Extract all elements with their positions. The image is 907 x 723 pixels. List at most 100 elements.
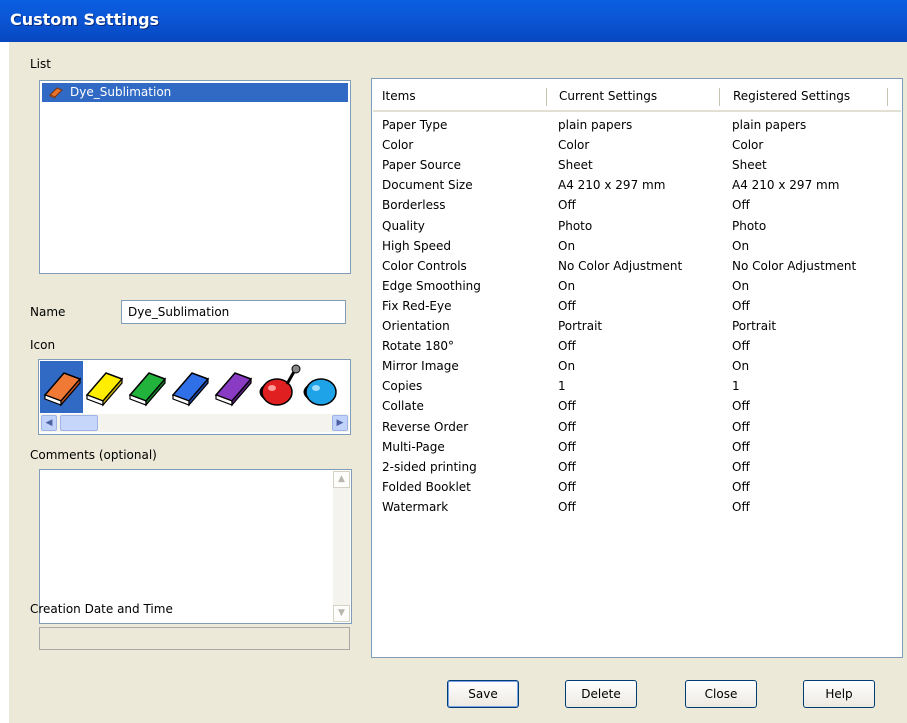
close-button[interactable]: Close (685, 680, 757, 708)
registered-setting-cell: Off (732, 459, 750, 474)
current-setting-cell: 1 (558, 379, 566, 394)
item-cell: Orientation (382, 319, 450, 333)
table-row[interactable]: Paper Source Sheet Sheet (372, 156, 900, 176)
registered-setting-cell: Color (732, 138, 764, 153)
current-setting-cell: Off (558, 499, 576, 514)
delete-button[interactable]: Delete (565, 680, 637, 708)
table-row[interactable]: Quality Photo Photo (372, 217, 900, 237)
item-cell: Color Controls (382, 258, 467, 273)
blue-book-icon[interactable] (171, 372, 210, 407)
dialog-body: List Dye_Sublimation Name Icon (9, 42, 907, 723)
icon-picker[interactable]: ◀ ▶ (38, 359, 351, 435)
settings-table[interactable]: Items Current Settings Registered Settin… (371, 78, 903, 658)
name-label: Name (30, 305, 66, 319)
column-header-items[interactable]: Items (382, 89, 416, 103)
registered-setting-cell: Off (732, 439, 750, 454)
table-row[interactable]: Copies 1 1 (372, 377, 900, 397)
table-row[interactable]: Multi-Page Off Off (372, 438, 900, 458)
red-watering-can-icon[interactable] (259, 364, 301, 406)
table-row[interactable]: Color Controls No Color Adjustment No Colo… (372, 257, 900, 277)
settings-list[interactable]: Dye_Sublimation (39, 80, 351, 274)
item-cell: 2-sided printing (382, 459, 477, 474)
current-setting-cell: Portrait (558, 319, 603, 333)
scroll-left-icon[interactable]: ◀ (41, 415, 57, 431)
scroll-up-icon[interactable]: ▲ (333, 471, 350, 488)
title-bar[interactable]: Custom Settings (0, 0, 907, 42)
registered-setting-cell: Off (732, 298, 750, 313)
green-book-icon[interactable] (128, 372, 167, 407)
help-button[interactable]: Help (803, 680, 875, 708)
window-title: Custom Settings (10, 10, 160, 29)
current-setting-cell: Off (558, 198, 576, 213)
purple-book-icon[interactable] (214, 372, 253, 407)
current-setting-cell: Sheet (558, 158, 593, 173)
yellow-book-icon[interactable] (85, 372, 124, 407)
scroll-right-icon[interactable]: ▶ (332, 415, 348, 431)
table-row[interactable]: Fix Red-Eye Off Off (372, 297, 900, 317)
column-divider[interactable] (887, 88, 888, 106)
table-row[interactable]: Document Size A4 210 x 297 mm A4 210 x 297… (372, 176, 900, 196)
list-item[interactable]: Dye_Sublimation (42, 83, 348, 102)
registered-setting-cell: Sheet (732, 158, 767, 173)
registered-setting-cell: Portrait (732, 319, 777, 333)
table-row[interactable]: Borderless Off Off (372, 196, 900, 216)
item-cell: Watermark (382, 499, 449, 514)
registered-setting-cell: On (732, 238, 750, 253)
registered-setting-cell: On (732, 278, 750, 293)
table-row[interactable]: Color Color Color (372, 136, 900, 156)
comments-vertical-scrollbar[interactable]: ▲ ▼ (333, 471, 350, 622)
item-cell: Reverse Order (382, 419, 469, 434)
column-header-registered[interactable]: Registered Settings (733, 89, 850, 103)
current-setting-cell: Off (558, 399, 576, 414)
item-cell: Paper Source (382, 158, 462, 173)
current-setting-cell: plain papers (558, 118, 633, 132)
current-setting-cell: Off (558, 479, 576, 494)
current-setting-cell: On (558, 278, 576, 293)
name-field[interactable] (121, 300, 346, 324)
registered-setting-cell: plain papers (732, 118, 807, 132)
current-setting-cell: Off (558, 339, 576, 354)
icon-label: Icon (30, 338, 56, 352)
table-row[interactable]: Rotate 180° Off Off (372, 337, 900, 357)
item-cell: Document Size (382, 178, 473, 193)
item-cell: Edge Smoothing (382, 278, 481, 293)
table-row[interactable]: Edge Smoothing On On (372, 277, 900, 297)
creation-date-field (39, 627, 350, 650)
blue-watering-can-icon[interactable] (303, 378, 337, 406)
table-row[interactable]: Orientation Portrait Portrait (372, 317, 900, 337)
registered-setting-cell: Off (732, 499, 750, 514)
table-row[interactable]: High Speed On On (372, 237, 900, 257)
current-setting-cell: Off (558, 298, 576, 313)
current-setting-cell: Off (558, 439, 576, 454)
registered-setting-cell: Off (732, 399, 750, 414)
scroll-thumb[interactable] (60, 415, 98, 431)
orange-book-icon[interactable] (43, 372, 82, 407)
table-row[interactable]: Folded Booklet Off Off (372, 478, 900, 498)
table-row[interactable]: 2-sided printing Off Off (372, 458, 900, 478)
item-cell: Multi-Page (382, 439, 445, 454)
current-setting-cell: Photo (558, 218, 593, 233)
table-row[interactable]: Collate Off Off (372, 397, 900, 417)
column-divider[interactable] (719, 88, 720, 106)
column-header-current[interactable]: Current Settings (559, 89, 657, 103)
item-cell: Collate (382, 399, 424, 414)
header-divider (373, 110, 901, 112)
scroll-down-icon[interactable]: ▼ (333, 605, 350, 622)
icon-horizontal-scrollbar[interactable]: ◀ ▶ (40, 414, 349, 432)
save-button[interactable]: Save (447, 680, 519, 708)
comments-textarea[interactable]: ▲ ▼ (39, 469, 352, 624)
registered-setting-cell: On (732, 359, 750, 374)
item-cell: Paper Type (382, 118, 448, 132)
orange-book-icon (49, 86, 63, 102)
list-label: List (30, 57, 51, 71)
current-setting-cell: A4 210 x 297 mm (558, 178, 666, 193)
column-divider[interactable] (546, 88, 547, 106)
list-item-label: Dye_Sublimation (70, 85, 172, 99)
table-row[interactable]: Reverse Order Off Off (372, 418, 900, 438)
table-row[interactable]: Paper Type plain papers plain papers (372, 116, 900, 136)
item-cell: Mirror Image (382, 359, 459, 374)
table-row[interactable]: Mirror Image On On (372, 357, 900, 377)
current-setting-cell: On (558, 359, 576, 374)
table-row[interactable]: Watermark Off Off (372, 498, 900, 518)
registered-setting-cell: Off (732, 419, 750, 434)
